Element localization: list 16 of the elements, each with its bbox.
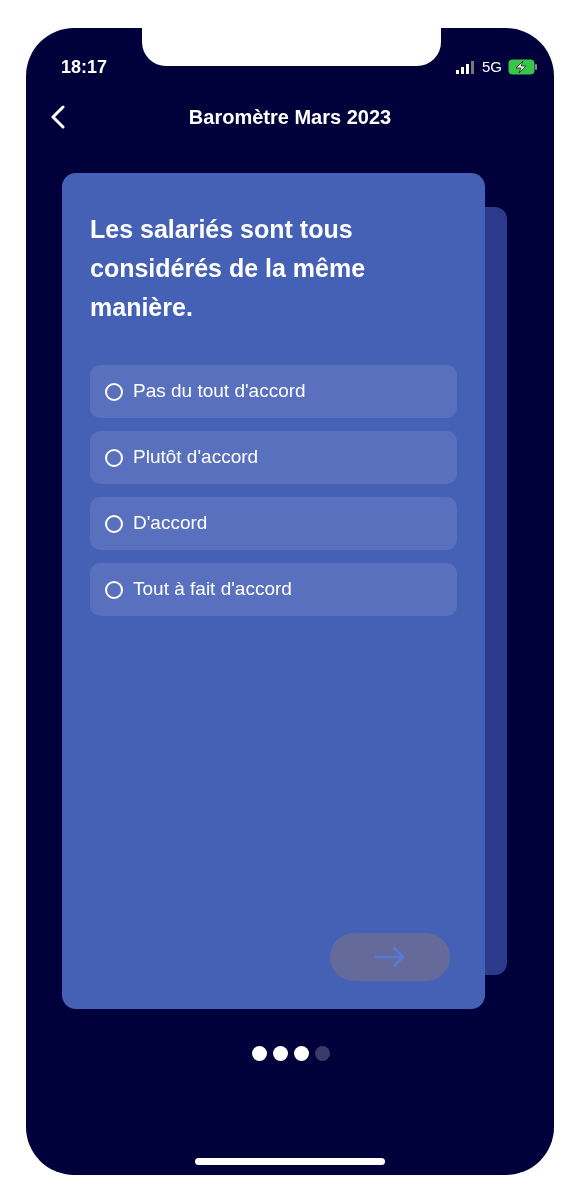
screen-title: Baromètre Mars 2023 [188, 105, 392, 130]
battery-charging-icon [508, 59, 538, 75]
answer-option[interactable]: D'accord [90, 497, 457, 550]
status-time: 18:17 [61, 55, 108, 79]
radio-icon [105, 580, 123, 599]
radio-icon [105, 382, 123, 401]
back-icon [51, 105, 65, 129]
answer-option[interactable]: Pas du tout d'accord [90, 365, 457, 418]
radio-icon [105, 448, 123, 467]
signal-icon [456, 60, 476, 74]
question-text: Les salariés sont tous considérés de la même manière. [90, 214, 367, 323]
radio-icon [105, 514, 123, 533]
answer-option[interactable]: Tout à fait d'accord [90, 563, 457, 616]
network-label: 5G [482, 56, 502, 77]
answer-option[interactable]: Plutôt d'accord [90, 431, 457, 484]
arrow-right-icon [374, 946, 406, 968]
